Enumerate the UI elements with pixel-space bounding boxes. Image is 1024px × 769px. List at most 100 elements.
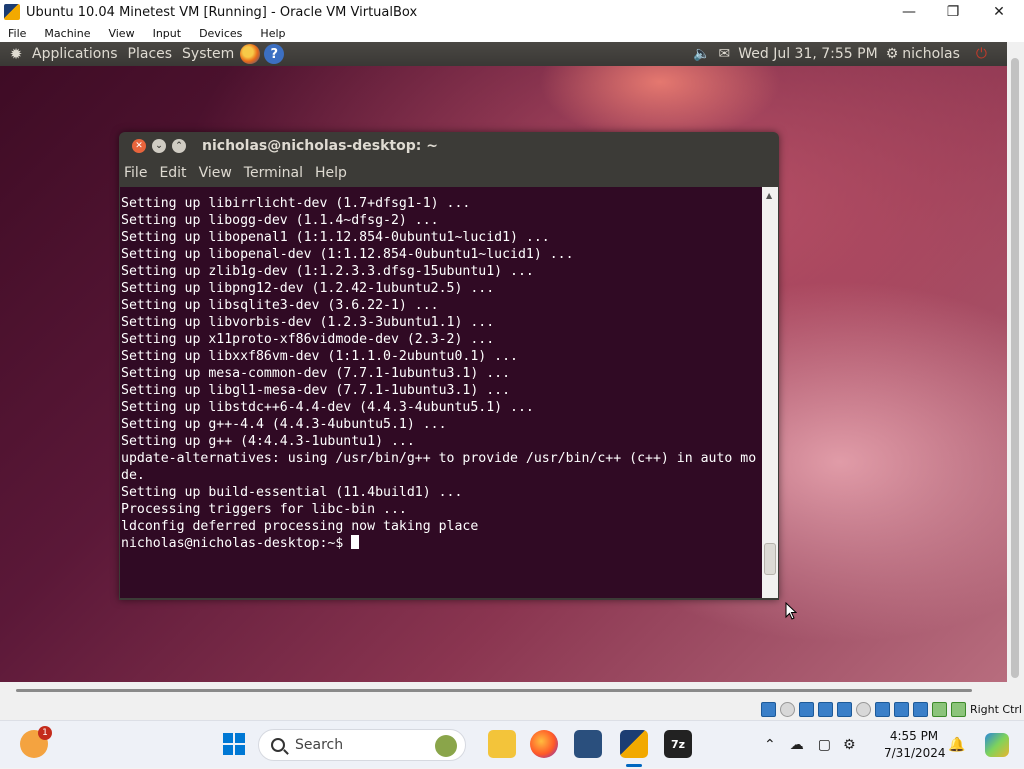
- 7zip-icon[interactable]: 7z: [664, 730, 692, 758]
- terminal-line: de.: [121, 468, 145, 483]
- panel-menu-system[interactable]: System: [182, 46, 234, 62]
- terminal-line: Setting up libvorbis-dev (1.2.3-3ubuntu1…: [121, 315, 495, 330]
- display-tray-icon[interactable]: ▢: [818, 737, 831, 753]
- terminal-line: Setting up x11proto-xf86vidmode-dev (2.3…: [121, 332, 495, 347]
- panel-menu-applications[interactable]: Applications: [32, 46, 118, 62]
- network-off-icon[interactable]: ☁: [790, 737, 804, 753]
- terminal-scroll-thumb[interactable]: [764, 543, 776, 575]
- menu-machine[interactable]: Machine: [44, 27, 90, 40]
- panel-username[interactable]: nicholas: [902, 46, 960, 62]
- keyboard-capture-icon[interactable]: [950, 701, 966, 717]
- terminal-menu-edit[interactable]: Edit: [159, 165, 186, 181]
- terminal-line: Setting up libpng12-dev (1.2.42-1ubuntu2…: [121, 281, 495, 296]
- terminal-line: Setting up zlib1g-dev (1:1.2.3.3.dfsg-15…: [121, 264, 534, 279]
- help-icon[interactable]: ?: [264, 44, 285, 64]
- host-title-bar: Ubuntu 10.04 Minetest VM [Running] - Ora…: [0, 0, 1024, 24]
- terminal-minimize-button[interactable]: ⌄: [152, 139, 166, 153]
- system-tray: ⌃ ☁ ▢ ⚙: [764, 721, 856, 769]
- file-explorer-icon[interactable]: [488, 730, 516, 758]
- maximize-button[interactable]: ❐: [930, 0, 976, 24]
- terminal-line: Setting up build-essential (11.4build1) …: [121, 485, 463, 500]
- user-status-icon[interactable]: ⚙: [886, 46, 899, 62]
- mouse-pointer-icon: [785, 602, 797, 620]
- terminal-window: ✕ ⌄ ⌃ nicholas@nicholas-desktop: ~ File …: [119, 132, 779, 600]
- host-vertical-scrollbar[interactable]: [1007, 42, 1024, 682]
- host-horizontal-scrollbar[interactable]: [0, 682, 1024, 698]
- terminal-menu-help[interactable]: Help: [315, 165, 347, 181]
- host-key-label: Right Ctrl: [969, 702, 1022, 716]
- windows-taskbar: 1 Search 7z ⌃ ☁ ▢ ⚙ 4:55 PM 7/31/2024 🔔: [0, 720, 1024, 768]
- notification-bell-icon[interactable]: 🔔: [948, 737, 965, 753]
- firefox-icon[interactable]: [240, 44, 261, 64]
- terminal-line: Setting up libogg-dev (1.1.4~dfsg-2) ...: [121, 213, 439, 228]
- menu-devices[interactable]: Devices: [199, 27, 242, 40]
- network-icon[interactable]: [817, 701, 833, 717]
- host-window-title: Ubuntu 10.04 Minetest VM [Running] - Ora…: [26, 4, 418, 20]
- terminal-line: Setting up libopenal1 (1:1.12.854-0ubunt…: [121, 230, 550, 245]
- shared-folders-icon[interactable]: [855, 701, 871, 717]
- audio-icon[interactable]: [798, 701, 814, 717]
- terminal-menu-view[interactable]: View: [199, 165, 232, 181]
- power-icon[interactable]: ⏻: [976, 46, 987, 62]
- recording-icon[interactable]: [893, 701, 909, 717]
- host-status-bar: Right Ctrl: [0, 698, 1024, 720]
- terminal-scrollbar[interactable]: ▲: [762, 187, 778, 598]
- terminal-title: nicholas@nicholas-desktop: ~: [202, 138, 438, 154]
- widgets-icon[interactable]: 1: [20, 726, 52, 758]
- virtualbox-vm-icon[interactable]: [620, 730, 648, 758]
- terminal-line: Setting up g++ (4:4.4.3-1ubuntu1) ...: [121, 434, 415, 449]
- terminal-menu-bar: File Edit View Terminal Help: [119, 160, 779, 186]
- terminal-output[interactable]: Setting up libirrlicht-dev (1.7+dfsg1-1)…: [120, 187, 762, 598]
- host-vertical-scroll-thumb[interactable]: [1011, 58, 1019, 678]
- display-icon[interactable]: [874, 701, 890, 717]
- menu-help[interactable]: Help: [260, 27, 285, 40]
- search-highlight-icon: [435, 735, 457, 757]
- taskbar-search-box[interactable]: Search: [258, 729, 466, 761]
- notification-area: 🔔: [948, 721, 1010, 769]
- mail-icon[interactable]: ✉: [719, 46, 731, 62]
- host-horizontal-scroll-thumb[interactable]: [16, 689, 972, 692]
- clock-date: 7/31/2024: [884, 746, 946, 760]
- terminal-title-bar[interactable]: ✕ ⌄ ⌃ nicholas@nicholas-desktop: ~: [119, 132, 779, 160]
- terminal-prompt-line[interactable]: nicholas@nicholas-desktop:~$: [121, 535, 762, 552]
- terminal-close-button[interactable]: ✕: [132, 139, 146, 153]
- guest-screen[interactable]: ✹ Applications Places System ? 🔈 ✉ Wed J…: [0, 42, 1007, 682]
- notification-badge: 1: [38, 726, 52, 740]
- search-icon: [271, 738, 285, 752]
- chevron-up-icon[interactable]: ⌃: [764, 737, 776, 753]
- terminal-line: Setting up mesa-common-dev (7.7.1-1ubunt…: [121, 366, 511, 381]
- virtualbox-icon[interactable]: [574, 730, 602, 758]
- terminal-menu-file[interactable]: File: [124, 165, 147, 181]
- terminal-line: Setting up libxxf86vm-dev (1:1.1.0-2ubun…: [121, 349, 518, 364]
- panel-menu-places[interactable]: Places: [128, 46, 173, 62]
- volume-icon[interactable]: 🔈: [693, 46, 710, 62]
- terminal-prompt: nicholas@nicholas-desktop:~$: [121, 536, 352, 551]
- terminal-maximize-button[interactable]: ⌃: [172, 139, 186, 153]
- clock-time: 4:55 PM: [889, 729, 939, 743]
- terminal-line: update-alternatives: using /usr/bin/g++ …: [121, 451, 757, 466]
- menu-view[interactable]: View: [108, 27, 134, 40]
- copilot-icon[interactable]: [985, 733, 1010, 757]
- menu-file[interactable]: File: [8, 27, 26, 40]
- terminal-line: Setting up libopenal-dev (1:1.12.854-0ub…: [121, 247, 574, 262]
- mouse-integration-icon[interactable]: [931, 701, 947, 717]
- usb-icon[interactable]: [836, 701, 852, 717]
- taskbar-clock[interactable]: 4:55 PM 7/31/2024: [884, 728, 946, 762]
- minimize-button[interactable]: —: [886, 0, 932, 24]
- terminal-menu-terminal[interactable]: Terminal: [244, 165, 303, 181]
- panel-datetime[interactable]: Wed Jul 31, 7:55 PM: [738, 46, 877, 62]
- start-icon[interactable]: [220, 730, 248, 758]
- text-cursor: [351, 535, 360, 549]
- settings-icon[interactable]: ⚙: [843, 737, 856, 753]
- ubuntu-logo-icon: ✹: [9, 45, 23, 63]
- close-button[interactable]: ✕: [976, 0, 1022, 24]
- firefox-taskbar-icon[interactable]: [530, 730, 558, 758]
- terminal-line: ldconfig deferred processing now taking …: [121, 519, 479, 534]
- vt-x-icon[interactable]: [912, 701, 928, 717]
- panel-indicators: 🔈 ✉ Wed Jul 31, 7:55 PM ⚙ nicholas ⏻: [693, 42, 1007, 66]
- terminal-line: Setting up libsqlite3-dev (3.6.22-1) ...: [121, 298, 439, 313]
- harddisk-icon[interactable]: [760, 701, 776, 717]
- menu-input[interactable]: Input: [153, 27, 181, 40]
- scroll-up-arrow-icon[interactable]: ▲: [766, 191, 772, 200]
- optical-drive-icon[interactable]: [779, 701, 795, 717]
